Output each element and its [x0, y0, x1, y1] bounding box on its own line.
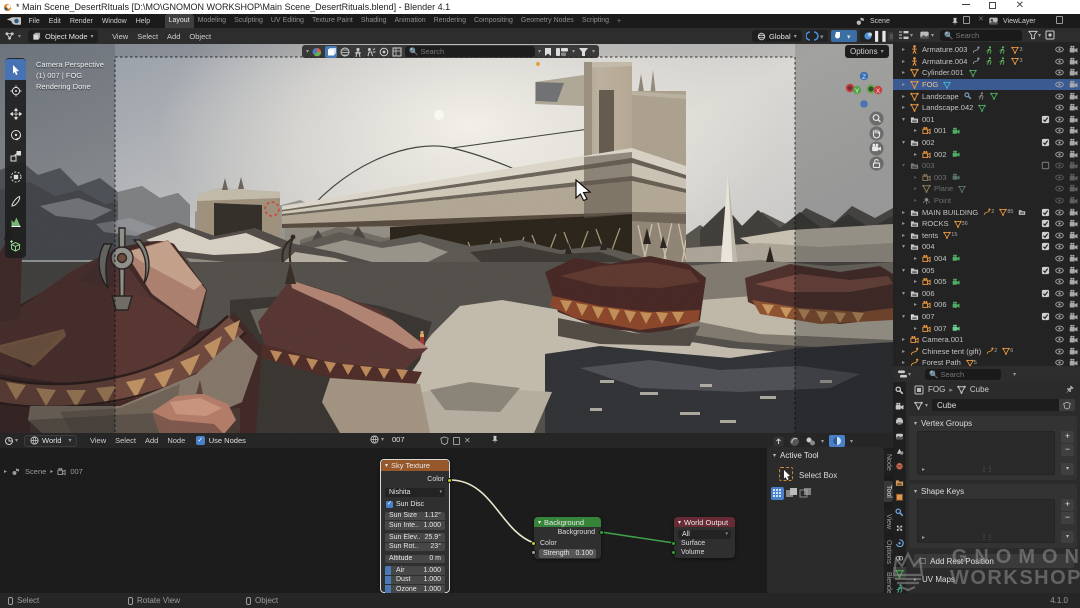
svg-text:X: X — [876, 88, 881, 95]
svg-text:▾: ▾ — [820, 34, 824, 41]
svg-text:Y: Y — [855, 88, 860, 95]
svg-text:Z: Z — [862, 74, 866, 81]
svg-text:▾: ▾ — [847, 34, 851, 41]
